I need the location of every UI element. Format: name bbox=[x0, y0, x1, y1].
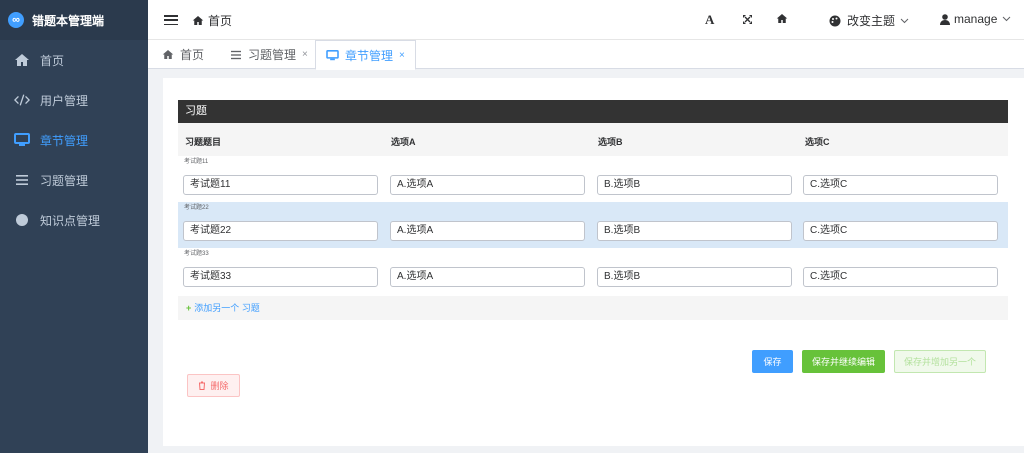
sidebar-item-label: 用户管理 bbox=[40, 93, 89, 108]
main-area: 首页 A 改变主题 manage 首页 习题管理 × 章节管理 × 习题 习题题… bbox=[148, 0, 1024, 453]
tags-view: 首页 习题管理 × 章节管理 × bbox=[148, 40, 1024, 70]
code-icon bbox=[14, 92, 30, 108]
save-continue-button[interactable]: 保存并继续编辑 bbox=[802, 350, 885, 373]
table-header: 习题题目 选项A 选项B 选项C bbox=[178, 123, 1008, 156]
save-button[interactable]: 保存 bbox=[752, 350, 793, 373]
user-menu[interactable]: manage bbox=[940, 12, 1011, 26]
app-logo[interactable]: ∞ 错题本管理端 bbox=[0, 0, 148, 40]
close-icon[interactable]: × bbox=[302, 49, 308, 60]
font-size-icon[interactable]: A bbox=[705, 12, 714, 28]
fullscreen-icon[interactable] bbox=[742, 14, 753, 25]
option-c-input[interactable]: C.选项C bbox=[803, 267, 998, 287]
close-icon[interactable]: × bbox=[399, 50, 405, 61]
column-header: 习题题目 bbox=[185, 137, 222, 147]
home-icon bbox=[162, 50, 174, 59]
theme-switcher[interactable]: 改变主题 bbox=[829, 12, 909, 29]
sidebar-item-chapters[interactable]: 章节管理 bbox=[0, 120, 148, 160]
tab-exercises[interactable]: 习题管理 × bbox=[220, 40, 318, 69]
chevron-down-icon bbox=[1003, 16, 1011, 22]
delete-label: 删除 bbox=[210, 381, 229, 391]
save-add-another-button[interactable]: 保存并增加另一个 bbox=[894, 350, 986, 373]
option-a-input[interactable]: A.选项A bbox=[390, 267, 585, 287]
breadcrumb[interactable]: 首页 bbox=[192, 12, 232, 29]
theme-label: 改变主题 bbox=[847, 14, 896, 28]
navbar: 首页 A 改变主题 manage bbox=[148, 0, 1024, 40]
question-input[interactable]: 考试题33 bbox=[183, 267, 378, 287]
delete-button[interactable]: 删除 bbox=[187, 374, 240, 397]
sidebar-item-knowledge[interactable]: 知识点管理 bbox=[0, 200, 148, 240]
table-row: 考试题22 考试题22 A.选项A B.选项B C.选项C bbox=[178, 202, 1008, 248]
list-icon bbox=[231, 50, 241, 59]
column-header: 选项B bbox=[598, 137, 623, 147]
home-icon[interactable] bbox=[776, 13, 788, 24]
row-label: 考试题33 bbox=[184, 251, 209, 257]
table-row: 考试题11 考试题11 A.选项A B.选项B C.选项C bbox=[178, 156, 1008, 202]
option-a-input[interactable]: A.选项A bbox=[390, 221, 585, 241]
sidebar-item-users[interactable]: 用户管理 bbox=[0, 80, 148, 120]
option-b-input[interactable]: B.选项B bbox=[597, 221, 792, 241]
plus-icon: + bbox=[186, 303, 192, 313]
app-title: 错题本管理端 bbox=[32, 13, 105, 28]
option-c-input[interactable]: C.选项C bbox=[803, 175, 998, 195]
section-title: 习题 bbox=[178, 100, 1008, 123]
row-label: 考试题11 bbox=[184, 159, 209, 165]
circle-icon bbox=[14, 212, 30, 228]
tab-label: 章节管理 bbox=[345, 48, 394, 63]
trash-icon bbox=[199, 381, 206, 390]
option-a-input[interactable]: A.选项A bbox=[390, 175, 585, 195]
content-card: 习题 习题题目 选项A 选项B 选项C 考试题11 考试题11 A.选项A B.… bbox=[163, 78, 1024, 446]
username: manage bbox=[954, 12, 998, 26]
column-header: 选项C bbox=[805, 137, 830, 147]
hamburger-icon[interactable] bbox=[164, 13, 178, 27]
sidebar-item-label: 首页 bbox=[40, 53, 65, 68]
option-c-input[interactable]: C.选项C bbox=[803, 221, 998, 241]
sidebar-item-label: 知识点管理 bbox=[40, 213, 101, 228]
column-header: 选项A bbox=[391, 137, 416, 147]
option-b-input[interactable]: B.选项B bbox=[597, 175, 792, 195]
chevron-down-icon bbox=[900, 18, 909, 23]
list-icon bbox=[14, 172, 30, 188]
tab-chapters[interactable]: 章节管理 × bbox=[315, 40, 416, 70]
question-input[interactable]: 考试题22 bbox=[183, 221, 378, 241]
question-input[interactable]: 考试题11 bbox=[183, 175, 378, 195]
table-row: 考试题33 考试题33 A.选项A B.选项B C.选项C bbox=[178, 248, 1008, 294]
infinity-logo-icon: ∞ bbox=[8, 12, 24, 28]
user-icon bbox=[940, 13, 950, 25]
add-row-label: 添加另一个 习题 bbox=[194, 303, 260, 313]
tab-label: 首页 bbox=[180, 48, 205, 62]
sidebar-item-home[interactable]: 首页 bbox=[0, 40, 148, 80]
breadcrumb-home: 首页 bbox=[208, 14, 233, 28]
tab-label: 习题管理 bbox=[248, 48, 297, 62]
monitor-icon bbox=[326, 49, 339, 60]
palette-icon bbox=[829, 15, 841, 26]
row-label: 考试题22 bbox=[184, 205, 209, 211]
sidebar-item-exercises[interactable]: 习题管理 bbox=[0, 160, 148, 200]
sidebar: ∞ 错题本管理端 首页 用户管理 章节管理 习题管理 知识点管理 bbox=[0, 0, 148, 453]
home-icon bbox=[14, 52, 30, 68]
sidebar-item-label: 章节管理 bbox=[40, 133, 89, 148]
tab-home[interactable]: 首页 bbox=[152, 40, 214, 69]
home-icon bbox=[192, 16, 204, 25]
option-b-input[interactable]: B.选项B bbox=[597, 267, 792, 287]
monitor-icon bbox=[14, 132, 30, 148]
add-row-link[interactable]: + 添加另一个 习题 bbox=[178, 296, 1008, 320]
sidebar-item-label: 习题管理 bbox=[40, 173, 89, 188]
